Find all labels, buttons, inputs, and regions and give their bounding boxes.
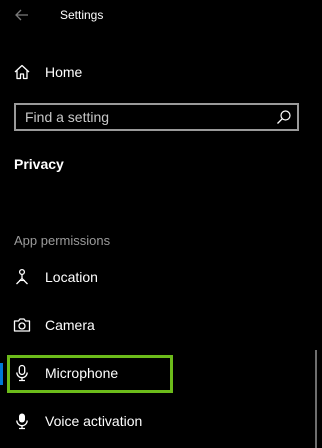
app-title: Settings xyxy=(60,8,104,22)
group-header-app-permissions: App permissions xyxy=(14,233,111,248)
microphone-icon xyxy=(13,364,31,382)
scrollbar[interactable] xyxy=(315,350,317,448)
nav-camera[interactable]: Camera xyxy=(0,305,310,345)
camera-icon xyxy=(13,316,31,334)
location-icon xyxy=(13,268,31,286)
voice-activation-icon xyxy=(13,412,31,430)
back-arrow-icon xyxy=(15,9,28,21)
nav-camera-label: Camera xyxy=(45,317,95,333)
search-icon[interactable] xyxy=(276,109,292,125)
search-input[interactable] xyxy=(16,105,266,129)
nav-home-label: Home xyxy=(45,64,83,80)
nav-microphone-label: Microphone xyxy=(45,365,119,381)
nav-voice-activation-label: Voice activation xyxy=(45,413,143,429)
section-title: Privacy xyxy=(14,156,64,172)
nav-microphone[interactable]: Microphone xyxy=(0,353,310,393)
nav-location-label: Location xyxy=(45,269,98,285)
back-button[interactable] xyxy=(9,4,35,26)
home-icon xyxy=(13,63,31,81)
nav-home[interactable]: Home xyxy=(0,52,310,92)
search-box[interactable] xyxy=(14,103,299,131)
nav-voice-activation[interactable]: Voice activation xyxy=(0,401,310,441)
title-bar: Settings xyxy=(0,0,322,32)
nav-location[interactable]: Location xyxy=(0,257,310,297)
